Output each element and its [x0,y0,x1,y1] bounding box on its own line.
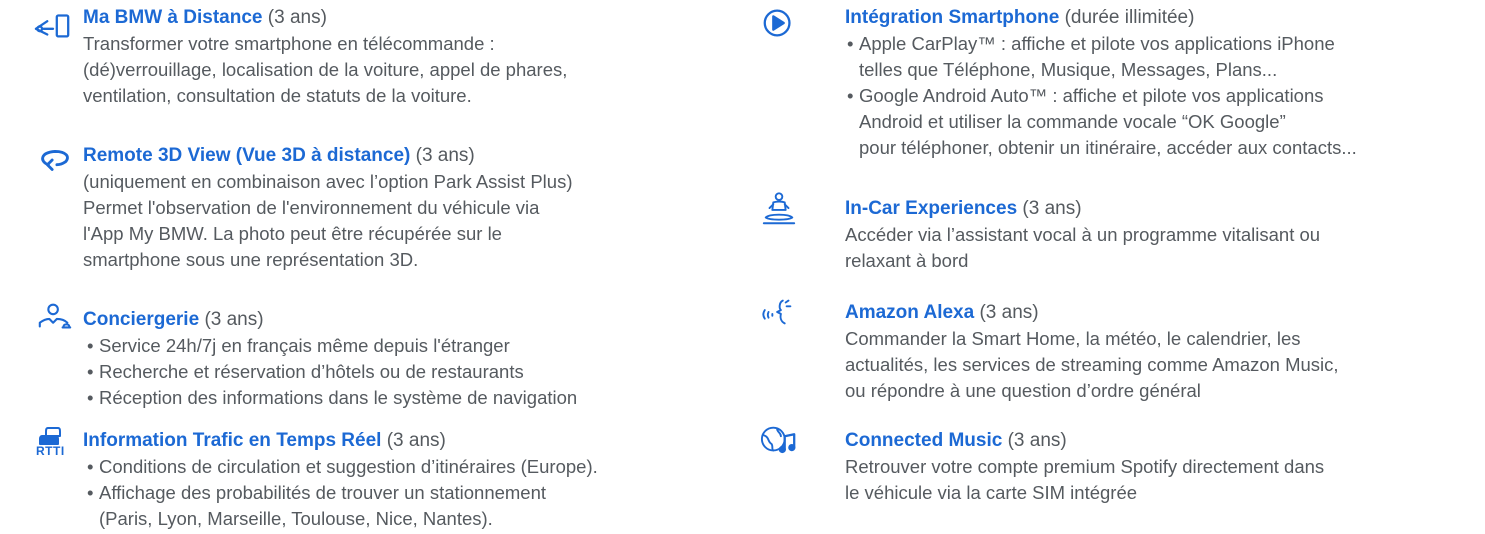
rtti-label: RTTI [36,444,65,458]
bullet-item: • Affichage des probabilités de trouver u… [87,482,547,503]
rtti-traffic-icon: RTTI [34,424,74,460]
service-body: Information Trafic en Temps Réel (3 ans)… [83,428,598,532]
service-conciergerie: Conciergerie (3 ans) • Service 24h/7j en … [0,303,740,417]
service-remote-3d-view: Remote 3D View (Vue 3D à distance) (3 an… [0,143,740,283]
meditation-icon [760,190,798,228]
service-line: ventilation, consultation de statuts de … [83,85,472,106]
service-body: Conciergerie (3 ans) • Service 24h/7j en … [83,307,577,411]
service-title: Amazon Alexa (3 ans) [845,302,1039,323]
service-title: Intégration Smartphone (durée illimitée) [845,7,1195,28]
service-line: (uniquement en combinaison avec l’option… [83,171,573,192]
service-line: (dé)verrouillage, localisation de la voi… [83,59,568,80]
car-key-phone-icon [34,9,72,41]
service-connected-music: Connected Music (3 ans) Retrouver votre … [760,426,1485,518]
service-body: Connected Music (3 ans) Retrouver votre … [845,428,1324,506]
service-line: actualités, les services de streaming co… [845,354,1339,375]
concierge-person-icon [36,301,74,333]
bullet-item: • Recherche et réservation d’hôtels ou de… [87,361,524,382]
service-line: Transformer votre smartphone en télécomm… [83,33,495,54]
bullet-item: • Conditions de circulation et suggestion… [87,456,598,477]
service-line: Commander la Smart Home, la météo, le ca… [845,328,1301,349]
service-body: Amazon Alexa (3 ans) Commander la Smart … [845,300,1339,404]
service-in-car-experiences: In-Car Experiences (3 ans) Accéder via l… [760,192,1485,286]
service-title: Conciergerie (3 ans) [83,309,264,330]
bullet-continuation: Android et utiliser la commande vocale “… [859,111,1286,132]
bullet-continuation: pour téléphoner, obtenir un itinéraire, … [859,137,1357,158]
bullet-continuation: telles que Téléphone, Musique, Messages,… [859,59,1278,80]
service-line: Accéder via l’assistant vocal à un progr… [845,224,1321,245]
service-title: Ma BMW à Distance (3 ans) [83,7,327,28]
service-title: Remote 3D View (Vue 3D à distance) (3 an… [83,145,475,166]
bullet-item: • Apple CarPlay™ : affiche et pilote vos … [847,33,1335,54]
service-title: Connected Music (3 ans) [845,430,1067,451]
service-body: Ma BMW à Distance (3 ans) Transformer vo… [83,5,567,109]
bullet-continuation: (Paris, Lyon, Marseille, Toulouse, Nice,… [99,508,493,529]
service-line: Retrouver votre compte premium Spotify d… [845,456,1325,477]
play-circle-icon [760,7,798,39]
service-amazon-alexa: Amazon Alexa (3 ans) Commander la Smart … [760,299,1485,410]
service-line: le véhicule via la carte SIM intégrée [845,482,1138,503]
service-line: relaxant à bord [845,250,969,271]
bullet-item: • Réception des informations dans le syst… [87,387,578,408]
globe-music-icon [760,424,798,456]
service-title: In-Car Experiences (3 ans) [845,198,1082,219]
service-line: ou répondre à une question d’ordre génér… [845,380,1201,401]
service-body: Intégration Smartphone (durée illimitée)… [845,5,1357,161]
service-ma-bmw-a-distance: Ma BMW à Distance (3 ans) Transformer vo… [0,5,740,125]
service-integration-smartphone: Intégration Smartphone (durée illimitée)… [760,5,1485,180]
voice-assistant-icon [760,296,798,328]
bullet-item: • Service 24h/7j en français même depuis … [87,335,510,356]
service-body: Remote 3D View (Vue 3D à distance) (3 an… [83,143,572,273]
service-information-trafic: RTTI Information Trafic en Temps Réel (3… [0,427,740,534]
rotate-360-icon [36,143,74,175]
service-line: l'App My BMW. La photo peut être récupér… [83,223,502,244]
service-body: In-Car Experiences (3 ans) Accéder via l… [845,196,1320,274]
service-line: Permet l'observation de l'environnement … [83,197,540,218]
bullet-item: • Google Android Auto™ : affiche et pilot… [847,85,1324,106]
service-line: smartphone sous une représentation 3D. [83,249,419,270]
service-title: Information Trafic en Temps Réel (3 ans) [83,430,446,451]
